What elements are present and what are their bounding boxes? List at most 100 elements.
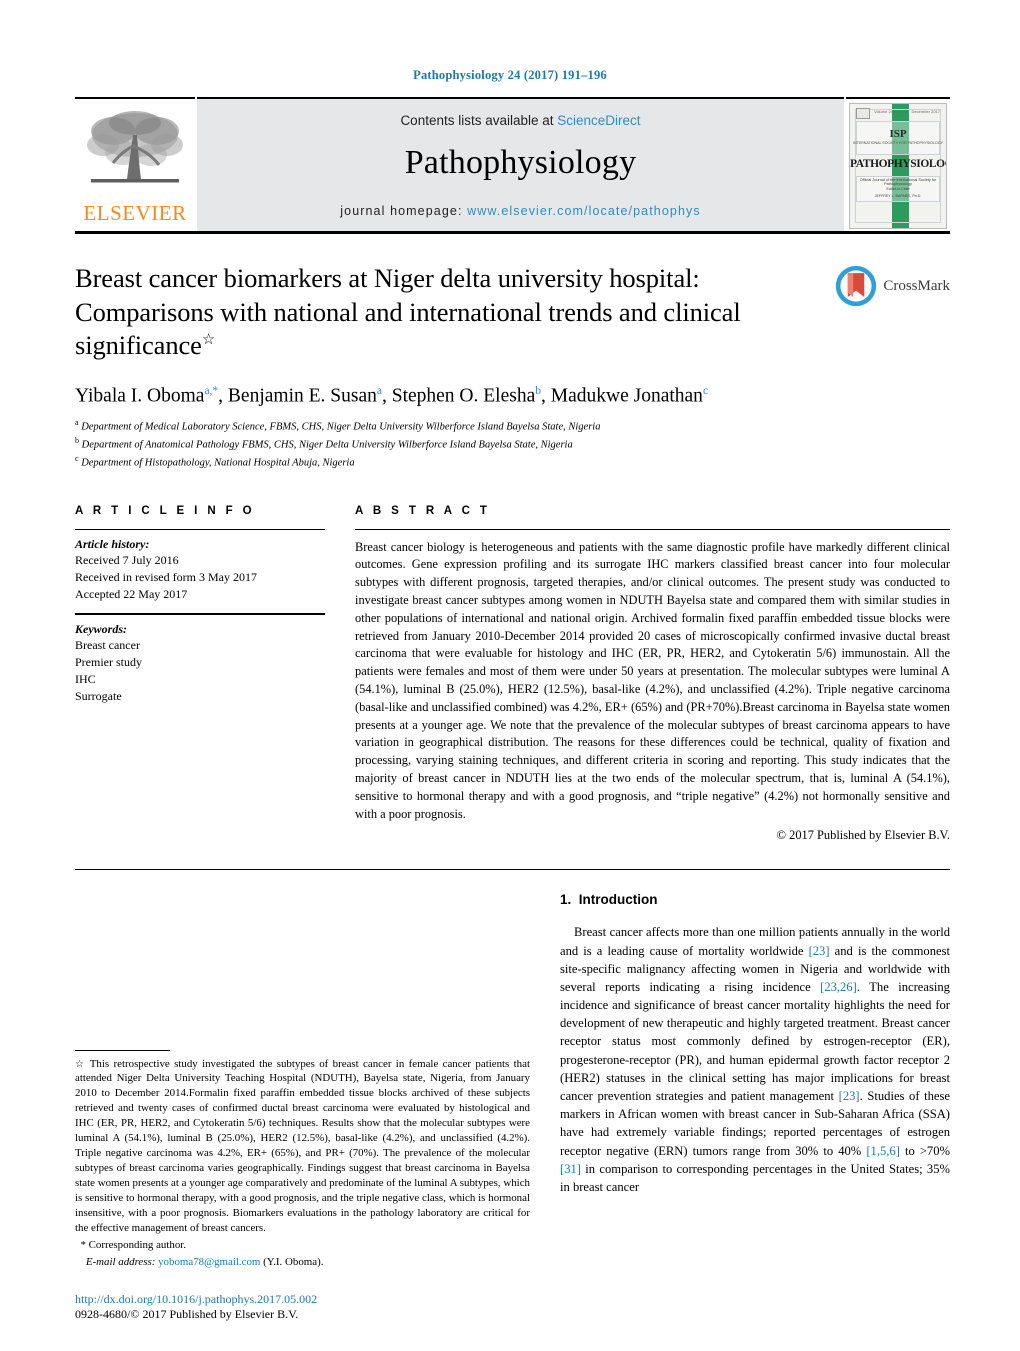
introduction-paragraph: Breast cancer affects more than one mill… bbox=[560, 923, 950, 1196]
article-title-text: Breast cancer biomarkers at Niger delta … bbox=[75, 263, 741, 361]
article-info-rule-mid bbox=[75, 612, 325, 615]
corresponding-author-line: * Corresponding author. bbox=[75, 1238, 530, 1253]
cover-society-sub: INTERNATIONAL SOCIETY FOR PATHOPHYSIOLOG… bbox=[852, 141, 944, 145]
abstract-copyright: © 2017 Published by Elsevier B.V. bbox=[776, 828, 950, 843]
intro-seg: in comparison to corresponding percentag… bbox=[560, 1161, 950, 1194]
affiliation-list: a Department of Medical Laboratory Scien… bbox=[75, 417, 950, 470]
article-history-received: Received 7 July 2016 bbox=[75, 552, 179, 567]
author-name-3: Stephen O. Elesha bbox=[391, 385, 536, 407]
doi-link[interactable]: http://dx.doi.org/10.1016/j.pathophys.20… bbox=[75, 1292, 530, 1307]
keyword-item: Breast cancer bbox=[75, 637, 140, 652]
citation-ref[interactable]: [31] bbox=[560, 1162, 581, 1176]
keyword-item: Premier study bbox=[75, 654, 142, 669]
lower-columns: ☆ This retrospective study investigated … bbox=[75, 892, 950, 1322]
keyword-item: IHC bbox=[75, 671, 96, 686]
article-info-column: A R T I C L E I N F O Article history: R… bbox=[75, 505, 325, 844]
section-divider-rule bbox=[75, 869, 950, 871]
corresponding-label: Corresponding author. bbox=[88, 1238, 187, 1251]
author-marks-4[interactable]: c bbox=[703, 385, 708, 397]
abstract-heading: A B S T R A C T bbox=[355, 504, 491, 517]
citation-ref[interactable]: [23,26] bbox=[820, 980, 857, 994]
cover-society-mark: ISP bbox=[889, 128, 907, 140]
article-history-label: Article history: bbox=[75, 536, 150, 551]
cover-editor-label: Editor-in-Chief bbox=[886, 187, 910, 191]
info-abstract-columns: A R T I C L E I N F O Article history: R… bbox=[75, 505, 950, 844]
masthead-bottom-rule bbox=[75, 231, 950, 234]
author-name-4: Madukwe Jonathan bbox=[550, 385, 703, 407]
author-name-2: Benjamin E. Susan bbox=[227, 385, 377, 407]
author-marks-2[interactable]: a bbox=[377, 385, 382, 397]
introduction-number: 1. bbox=[560, 892, 572, 908]
introduction-heading-label: Introduction bbox=[578, 892, 658, 908]
affiliation-item: c Department of Histopathology, National… bbox=[75, 453, 950, 471]
email-link[interactable]: yoboma78@gmail.com bbox=[158, 1256, 260, 1268]
email-owner: (Y.I. Oboma). bbox=[263, 1256, 324, 1269]
affiliation-mark-c: c bbox=[75, 453, 79, 463]
affiliation-mark-b: b bbox=[75, 436, 79, 446]
corresponding-mark: * bbox=[80, 1238, 86, 1251]
citation-ref[interactable]: [23] bbox=[839, 1089, 860, 1103]
affiliation-item: a Department of Medical Laboratory Scien… bbox=[75, 417, 950, 435]
crossmark-badge[interactable]: CrossMark bbox=[834, 264, 950, 308]
email-label: E-mail address: bbox=[85, 1256, 156, 1269]
cover-issn-label: December 2017 bbox=[911, 109, 940, 114]
title-footnote-star: ☆ bbox=[201, 332, 216, 349]
affiliation-item: b Department of Anatomical Pathology FBM… bbox=[75, 435, 950, 453]
intro-seg: . The increasing incidence and significa… bbox=[560, 979, 950, 1104]
cover-editor-name: JEFFREY L. BARNES, Ph.D. bbox=[874, 194, 922, 198]
footnote-bottom-block: ☆ This retrospective study investigated … bbox=[75, 1049, 530, 1323]
citation-ref[interactable]: [1,5,6] bbox=[866, 1144, 900, 1158]
article-page: Pathophysiology 24 (2017) 191–196 ELSEVI… bbox=[0, 0, 1020, 1351]
publisher-logo-block: ELSEVIER bbox=[75, 97, 195, 231]
footnote-column: ☆ This retrospective study investigated … bbox=[75, 892, 530, 1322]
article-history-accepted: Accepted 22 May 2017 bbox=[75, 586, 188, 601]
page-title: Breast cancer biomarkers at Niger delta … bbox=[75, 262, 795, 363]
elsevier-tree-icon bbox=[87, 111, 183, 183]
keyword-item: Surrogate bbox=[75, 688, 122, 703]
cover-journal-title: PATHOPHYSIOLOGY bbox=[850, 158, 946, 170]
identifier-block: http://dx.doi.org/10.1016/j.pathophys.20… bbox=[75, 1292, 530, 1322]
footnote-star-icon: ☆ bbox=[75, 1058, 86, 1070]
email-line: E-mail address: yoboma78@gmail.com (Y.I.… bbox=[75, 1255, 530, 1270]
author-name-1: Yibala I. Oboma bbox=[75, 385, 205, 407]
affiliation-text-c: Department of Histopathology, National H… bbox=[81, 457, 355, 469]
cover-tagline: Official Journal of the International So… bbox=[859, 178, 937, 186]
journal-homepage-line: journal homepage: www.elsevier.com/locat… bbox=[197, 204, 844, 218]
journal-masthead: ELSEVIER Contents lists available at Sci… bbox=[75, 97, 950, 231]
footnote-rule bbox=[75, 1049, 170, 1051]
journal-cover-block: Volume 24 Issue 4 December 2017 ISP INTE… bbox=[846, 97, 950, 231]
abstract-text: Breast cancer biology is heterogeneous a… bbox=[355, 539, 950, 821]
abstract-rule bbox=[355, 528, 950, 530]
affiliation-text-a: Department of Medical Laboratory Science… bbox=[81, 421, 601, 433]
keywords-label: Keywords: bbox=[75, 621, 127, 636]
footnote-body: This retrospective study investigated th… bbox=[75, 1057, 530, 1234]
journal-cover-thumbnail: Volume 24 Issue 4 December 2017 ISP INTE… bbox=[849, 103, 947, 229]
citation-ref[interactable]: [23] bbox=[809, 944, 830, 958]
abstract-column: A B S T R A C T Breast cancer biology is… bbox=[355, 505, 950, 844]
title-block: CrossMark Breast cancer biomarkers at Ni… bbox=[75, 262, 950, 471]
masthead-center: Contents lists available at ScienceDirec… bbox=[197, 97, 844, 231]
running-head: Pathophysiology 24 (2017) 191–196 bbox=[413, 68, 607, 82]
homepage-url-link[interactable]: www.elsevier.com/locate/pathophys bbox=[467, 204, 701, 218]
journal-title: Pathophysiology bbox=[404, 144, 637, 181]
affiliation-text-b: Department of Anatomical Pathology FBMS,… bbox=[81, 439, 573, 451]
cover-volume-label: Volume 24 Issue 4 bbox=[874, 109, 907, 114]
article-history-revised: Received in revised form 3 May 2017 bbox=[75, 569, 257, 584]
article-info-rule-top bbox=[75, 528, 325, 530]
article-info-heading: A R T I C L E I N F O bbox=[75, 504, 256, 517]
cover-publisher-mark bbox=[856, 108, 870, 119]
footnote-text: ☆ This retrospective study investigated … bbox=[75, 1057, 530, 1236]
homepage-prefix: journal homepage: bbox=[340, 204, 468, 218]
crossmark-label: CrossMark bbox=[883, 277, 950, 294]
contents-available-line: Contents lists available at ScienceDirec… bbox=[197, 99, 844, 128]
sciencedirect-link[interactable]: ScienceDirect bbox=[557, 113, 640, 128]
affiliation-mark-a: a bbox=[75, 418, 79, 428]
author-marks-3[interactable]: b bbox=[535, 385, 541, 397]
author-list: Yibala I. Obomaa,*, Benjamin E. Susana, … bbox=[75, 384, 709, 407]
issn-copyright-line: 0928-4680/© 2017 Published by Elsevier B… bbox=[75, 1307, 299, 1322]
author-marks-1[interactable]: a,* bbox=[204, 385, 218, 397]
crossmark-icon bbox=[836, 265, 877, 307]
introduction-column: 1. Introduction Breast cancer affects mo… bbox=[560, 892, 950, 1322]
contents-prefix: Contents lists available at bbox=[400, 113, 558, 128]
introduction-heading: 1. Introduction bbox=[560, 892, 950, 907]
